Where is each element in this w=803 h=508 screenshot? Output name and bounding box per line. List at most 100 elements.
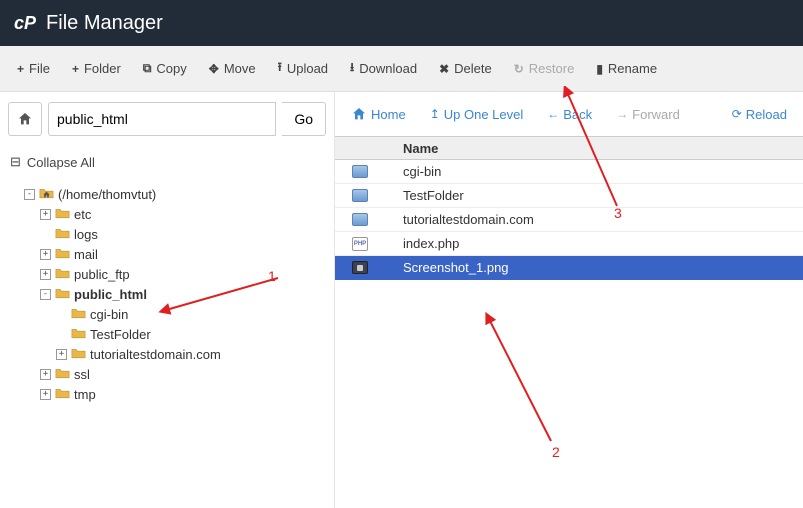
home-button[interactable] [8,102,42,136]
reload-icon: ⟳ [732,107,742,121]
arrow-up-icon: ↥ [430,107,440,121]
nav-forward-label: Forward [632,107,680,122]
nav-toolbar: Home ↥ Up One Level ← Back → Forward ⟳ R… [335,92,803,136]
tree-label: public_ftp [74,267,130,282]
tree-expander[interactable]: - [40,289,51,300]
collapse-all-button[interactable]: ⊟ Collapse All [8,150,326,174]
toolbar-copy-button[interactable]: ⧉Copy [132,55,198,82]
folder-icon [71,327,86,339]
nav-home-label: Home [371,107,406,122]
tree-expander[interactable]: + [40,369,51,380]
tree-label: tutorialtestdomain.com [90,347,221,362]
arrow-left-icon: ← [547,107,559,121]
list-item[interactable]: Screenshot_1.png [335,256,803,280]
nav-up-button[interactable]: ↥ Up One Level [420,101,534,128]
list-item[interactable]: tutorialtestdomain.com [335,208,803,232]
arrow-right-icon: → [616,107,628,121]
list-item[interactable]: cgi-bin [335,160,803,184]
file-name: cgi-bin [403,164,441,179]
tree-expander[interactable]: - [24,189,35,200]
toolbar-label: Download [359,61,417,76]
cpanel-logo-icon: cP [14,13,36,34]
tree-expander[interactable]: + [40,209,51,220]
home-folder-icon [39,187,54,199]
toolbar-icon: ⧉ [143,61,152,76]
toolbar-icon: ▮ [596,62,603,76]
folder-icon [352,189,368,202]
tree-expander-blank [56,309,67,320]
folder-tree: -(/home/thomvtut)+etclogs + mail + public_ft… [8,184,326,404]
file-list: cgi-binTestFoldertutorialtestdomain.comP… [335,160,803,508]
tree-node[interactable]: TestFolder [8,324,326,344]
tree-expander[interactable]: + [40,249,51,260]
tree-node[interactable]: + mail [8,244,326,264]
tree-label: mail [74,247,98,262]
nav-home-button[interactable]: Home [341,100,416,128]
toolbar-icon: + [72,62,79,76]
file-name: Screenshot_1.png [403,260,509,275]
toolbar-icon: ⭱ [278,58,282,79]
folder-icon [352,213,368,226]
folder-icon [71,307,86,319]
tree-expander[interactable]: + [40,269,51,280]
toolbar-move-button[interactable]: ✥ Move [198,55,267,82]
toolbar-download-button[interactable]: ⭳Download [339,52,428,85]
toolbar-upload-button[interactable]: ⭱ Upload [267,52,339,85]
right-panel: Home ↥ Up One Level ← Back → Forward ⟳ R… [335,92,803,508]
nav-forward-button[interactable]: → Forward [606,101,690,128]
toolbar-folder-button[interactable]: +Folder [61,55,132,82]
left-panel: Go ⊟ Collapse All -(/home/thomvtut)+etcl… [0,92,335,508]
tree-node[interactable]: cgi-bin [8,304,326,324]
app-header: cP File Manager [0,0,803,46]
tree-expander[interactable]: + [56,349,67,360]
tree-expander[interactable]: + [40,389,51,400]
folder-icon [55,387,70,399]
tree-expander-blank [40,229,51,240]
collapse-all-label: Collapse All [27,155,95,170]
tree-node[interactable]: -(/home/thomvtut) [8,184,326,204]
toolbar-label: Restore [529,61,575,76]
folder-icon [55,207,70,219]
list-header-name[interactable]: Name [335,136,803,160]
nav-back-button[interactable]: ← Back [537,101,602,128]
folder-icon [55,247,70,259]
tree-label: ssl [74,367,90,382]
tree-node[interactable]: + tmp [8,384,326,404]
main-toolbar: +File+Folder⧉Copy✥Move⭱Upload⭳Download✖D… [0,46,803,92]
tree-node[interactable]: logs [8,224,326,244]
tree-node[interactable]: + public_ftp [8,264,326,284]
toolbar-icon: ✥ [209,62,219,76]
tree-node[interactable]: +etc [8,204,326,224]
tree-expander-blank [56,329,67,340]
list-item[interactable]: PHP index.php [335,232,803,256]
go-button[interactable]: Go [282,102,326,136]
toolbar-rename-button[interactable]: ▮ Rename [585,55,668,82]
file-name: index.php [403,236,459,251]
home-icon [351,106,367,122]
nav-up-label: Up One Level [444,107,524,122]
folder-icon [55,287,70,299]
collapse-icon: ⊟ [10,154,21,170]
toolbar-icon: ↻ [514,62,524,76]
image-file-icon [352,261,368,274]
nav-reload-button[interactable]: ⟳ Reload [722,101,797,128]
path-input[interactable] [48,102,276,136]
toolbar-label: Upload [287,61,328,76]
nav-back-label: Back [563,107,592,122]
folder-icon [55,367,70,379]
toolbar-restore-button[interactable]: ↻ Restore [503,55,586,82]
tree-node[interactable]: + ssl [8,364,326,384]
path-bar: Go [8,102,326,136]
toolbar-file-button[interactable]: +File [6,55,61,82]
php-file-icon: PHP [352,237,368,251]
toolbar-label: Move [224,61,256,76]
folder-icon [55,227,70,239]
toolbar-label: Rename [608,61,657,76]
toolbar-delete-button[interactable]: ✖Delete [428,55,503,82]
file-name: TestFolder [403,188,464,203]
tree-node[interactable]: -public_html [8,284,326,304]
toolbar-icon: ✖ [439,62,449,76]
list-item[interactable]: TestFolder [335,184,803,208]
tree-node[interactable]: + tutorialtestdomain.com [8,344,326,364]
tree-label: tmp [74,387,96,402]
